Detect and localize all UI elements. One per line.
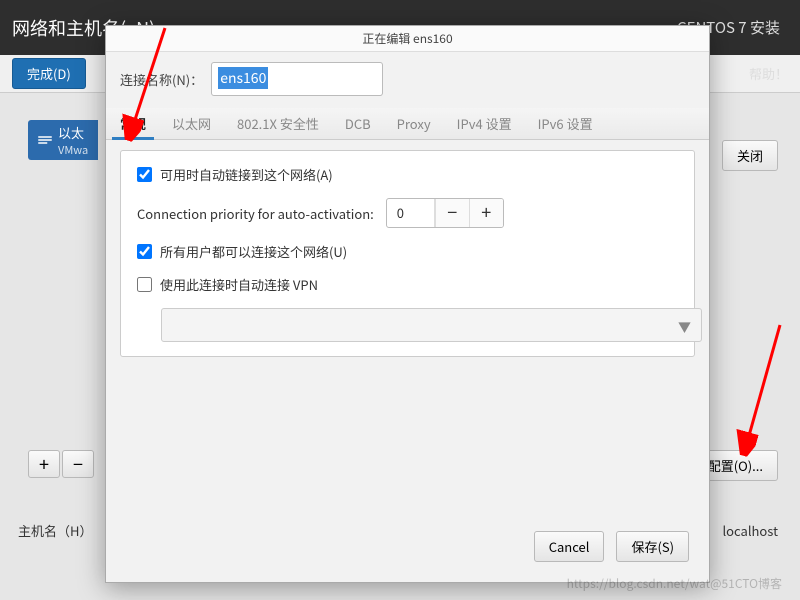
interface-device-label: VMwa: [58, 142, 88, 158]
add-interface-button[interactable]: +: [28, 450, 60, 478]
dialog-title: 正在编辑 ens160: [106, 26, 709, 52]
auto-connect-label: 可用时自动链接到这个网络(A): [160, 165, 333, 184]
edit-connection-dialog: 正在编辑 ens160 连接名称(N)： ens160 常规 以太网 802.1…: [105, 25, 710, 583]
all-users-label: 所有用户都可以连接这个网络(U): [160, 242, 347, 261]
done-button[interactable]: 完成(D): [12, 58, 86, 89]
tab-proxy[interactable]: Proxy: [395, 108, 433, 139]
connection-name-input[interactable]: [211, 62, 383, 96]
all-users-checkbox-row[interactable]: 所有用户都可以连接这个网络(U): [137, 242, 678, 261]
connection-name-label: 连接名称(N)：: [120, 70, 203, 89]
cancel-button[interactable]: Cancel: [534, 531, 605, 562]
interface-card[interactable]: 以太 VMwa: [28, 120, 98, 160]
tab-general[interactable]: 常规: [118, 108, 148, 139]
auto-connect-checkbox-row[interactable]: 可用时自动链接到这个网络(A): [137, 165, 678, 184]
tabstrip: 常规 以太网 802.1X 安全性 DCB Proxy IPv4 设置 IPv6…: [106, 108, 709, 140]
priority-minus-button[interactable]: −: [435, 198, 469, 228]
tab-ethernet[interactable]: 以太网: [170, 108, 213, 139]
chevron-down-icon: ▼: [678, 317, 691, 336]
annotation-arrow-configure: [700, 320, 790, 470]
remove-interface-button[interactable]: −: [62, 450, 94, 478]
help-link[interactable]: 帮助！: [749, 64, 788, 83]
tab-dcb[interactable]: DCB: [343, 108, 373, 139]
auto-connect-checkbox[interactable]: [137, 167, 152, 182]
auto-vpn-label: 使用此连接时自动连接 VPN: [160, 275, 318, 294]
priority-value[interactable]: 0: [387, 198, 435, 228]
save-button[interactable]: 保存(S): [616, 531, 689, 562]
interface-type-label: 以太: [58, 123, 88, 142]
priority-stepper[interactable]: 0 − +: [386, 198, 504, 228]
priority-plus-button[interactable]: +: [469, 198, 503, 228]
vpn-select[interactable]: ▼: [161, 308, 702, 342]
close-button[interactable]: 关闭: [722, 140, 778, 171]
network-icon: [36, 131, 54, 149]
auto-vpn-checkbox[interactable]: [137, 277, 152, 292]
watermark: https://blog.csdn.net/wat@51CTO博客: [567, 575, 782, 592]
priority-label: Connection priority for auto-activation:: [137, 204, 374, 223]
general-panel: 可用时自动链接到这个网络(A) Connection priority for …: [120, 150, 695, 357]
hostname-label: 主机名（H）: [18, 521, 92, 540]
all-users-checkbox[interactable]: [137, 244, 152, 259]
tab-ipv4[interactable]: IPv4 设置: [455, 108, 514, 139]
tab-ipv6[interactable]: IPv6 设置: [536, 108, 595, 139]
auto-vpn-checkbox-row[interactable]: 使用此连接时自动连接 VPN: [137, 275, 678, 294]
tab-8021x[interactable]: 802.1X 安全性: [235, 108, 321, 139]
